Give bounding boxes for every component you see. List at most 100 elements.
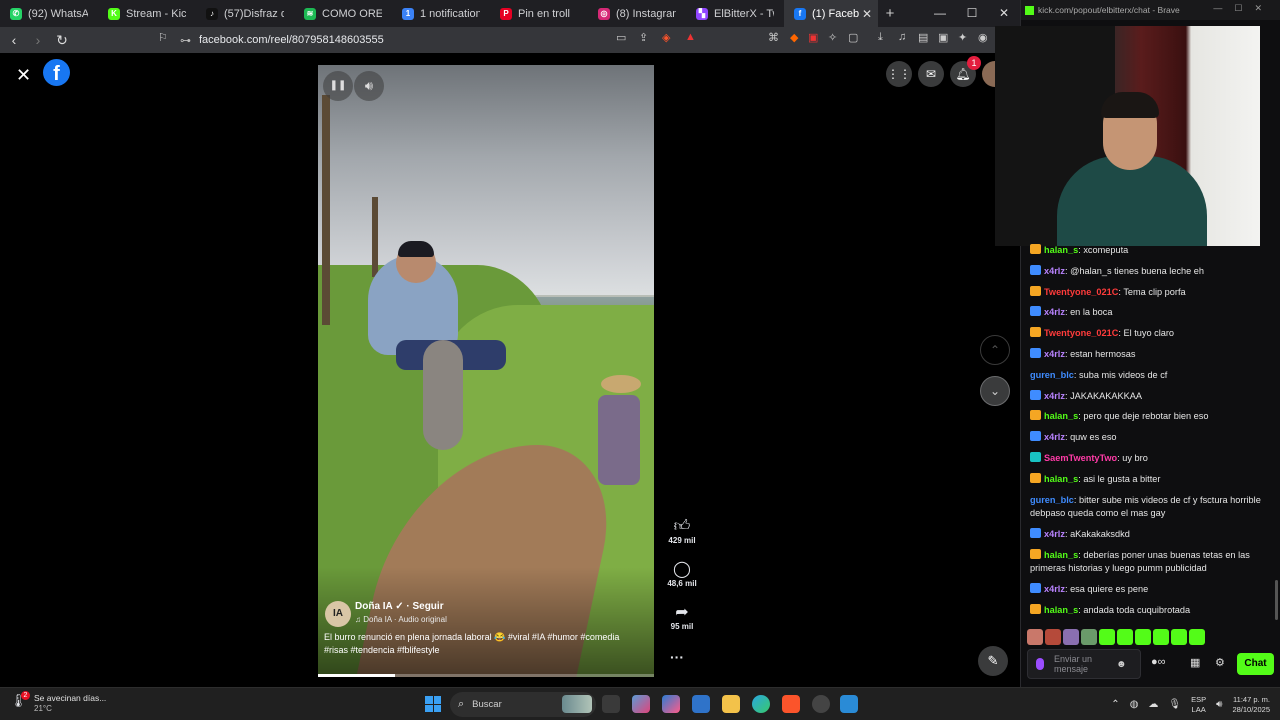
brave-rewards-icon[interactable]: ▲ xyxy=(685,31,696,43)
chat-username[interactable]: guren_blc xyxy=(1030,495,1074,505)
emote-icon[interactable] xyxy=(1135,629,1151,645)
chat-username[interactable]: x4rlz xyxy=(1044,307,1065,317)
chat-username[interactable]: x4rlz xyxy=(1044,266,1065,276)
tab-search-icon[interactable]: ▢ xyxy=(848,31,858,44)
emoji-icon[interactable]: ☻ xyxy=(1116,659,1127,670)
chevron-up-icon[interactable]: ⌃ xyxy=(1111,699,1119,710)
emote-icon[interactable] xyxy=(1045,629,1061,645)
emote-icon[interactable] xyxy=(1063,629,1079,645)
close-icon[interactable]: ✕ xyxy=(16,65,31,86)
chat-send-button[interactable]: Chat xyxy=(1237,653,1274,675)
emote-icon[interactable] xyxy=(1117,629,1133,645)
previous-reel-icon[interactable]: ⌃ xyxy=(980,335,1010,365)
create-post-icon[interactable]: ✎ xyxy=(978,646,1008,676)
chat-username[interactable]: x4rlz xyxy=(1044,349,1065,359)
chat-username[interactable]: guren_blc xyxy=(1030,370,1074,380)
emote-icon[interactable] xyxy=(1153,629,1169,645)
speaker-icon[interactable]: 🔊︎ xyxy=(1216,699,1222,710)
share-icon[interactable]: ⇪ xyxy=(639,31,648,44)
task-view-icon[interactable] xyxy=(602,695,620,713)
download-icon[interactable]: ⤓ xyxy=(878,31,883,44)
back-icon[interactable]: ‹ xyxy=(4,32,24,48)
taskbar-search[interactable]: ⌕ Buscar xyxy=(450,692,596,717)
next-reel-icon[interactable]: ⌄ xyxy=(980,376,1010,406)
extension-2-icon[interactable]: ▣ xyxy=(808,31,818,44)
video-progress-bar[interactable] xyxy=(318,674,654,677)
store-icon[interactable]: ▦ xyxy=(1190,656,1200,669)
chat-username[interactable]: SaemTwentyTwo xyxy=(1044,453,1117,463)
chat-username[interactable]: Twentyone_021C xyxy=(1044,287,1118,297)
tab-spotify[interactable]: ≋ COMO OREO xyxy=(294,0,392,27)
follow-button[interactable]: Seguir xyxy=(412,601,443,612)
media-icon[interactable]: ♫ xyxy=(898,31,906,43)
menu-grid-icon[interactable]: ⋮⋮ xyxy=(886,61,912,87)
tab-kick[interactable]: K Stream - Kick Das xyxy=(98,0,196,27)
messenger-icon[interactable]: ✉ xyxy=(918,61,944,87)
tab-pinterest[interactable]: P Pin en troll xyxy=(490,0,588,27)
chat-input[interactable]: Enviar un mensaje ☻ xyxy=(1027,649,1141,679)
network-icon[interactable]: ◍ xyxy=(1130,699,1139,710)
wallet-icon[interactable]: ▣ xyxy=(938,31,948,44)
obs-icon[interactable] xyxy=(812,695,830,713)
start-button[interactable] xyxy=(425,696,441,712)
brave-icon[interactable] xyxy=(782,695,800,713)
audio-line[interactable]: ♫ Doña IA · Audio original xyxy=(355,615,447,624)
cast-icon[interactable]: ▭ xyxy=(616,31,626,44)
reload-icon[interactable]: ↻ xyxy=(52,32,72,49)
chat-username[interactable]: x4rlz xyxy=(1044,529,1065,539)
translate-icon[interactable]: ⌘ xyxy=(768,31,779,44)
language-indicator[interactable]: ESP LAA xyxy=(1191,695,1206,715)
tab-close-icon[interactable]: ✕ xyxy=(862,7,872,21)
sidebar-icon[interactable]: ▤ xyxy=(918,31,928,44)
emote-icon[interactable] xyxy=(1171,629,1187,645)
tab-facebook[interactable]: f (1) Faceb ✕ xyxy=(784,0,878,27)
bookmark-icon[interactable]: ⚐ xyxy=(158,31,168,44)
chat-username[interactable]: x4rlz xyxy=(1044,391,1065,401)
chat-username[interactable]: halan_s xyxy=(1044,245,1078,255)
chat-username[interactable]: halan_s xyxy=(1044,411,1078,421)
facebook-logo[interactable]: f xyxy=(43,59,70,86)
maximize-button[interactable]: ☐ xyxy=(956,0,988,27)
emote-icon[interactable] xyxy=(1099,629,1115,645)
emote-icon[interactable] xyxy=(1027,629,1043,645)
reel-video[interactable]: ❚❚ 🔊︎ IA Doña IA ✓ · Seguir ♫ Doña IA · … xyxy=(318,65,654,677)
chat-username[interactable]: halan_s xyxy=(1044,474,1078,484)
volume-icon[interactable]: 🔊︎ xyxy=(354,71,384,101)
store-app-icon[interactable] xyxy=(692,695,710,713)
chat-users-icon[interactable]: ●∞ xyxy=(1151,656,1166,668)
more-options-icon[interactable]: ··· xyxy=(670,649,684,665)
mic-icon[interactable] xyxy=(1036,658,1044,670)
cloud-icon[interactable]: ☁ xyxy=(1148,699,1158,710)
weather-widget[interactable]: 🌡︎ 2 Se avecinan días... 21°C xyxy=(10,691,106,713)
chat-scrollbar[interactable] xyxy=(1275,580,1278,620)
settings-icon[interactable]: ⚙ xyxy=(1215,656,1225,669)
tab-instagram[interactable]: ◎ (8) Instagram xyxy=(588,0,686,27)
edge-icon[interactable] xyxy=(752,695,770,713)
chat-username[interactable]: x4rlz xyxy=(1044,432,1065,442)
vpn-icon[interactable]: ◉ xyxy=(978,31,988,44)
emote-icon[interactable] xyxy=(1081,629,1097,645)
clock[interactable]: 11:47 p. m. 28/10/2025 xyxy=(1232,695,1270,715)
tab-whatsapp[interactable]: ✆ (92) WhatsApp xyxy=(0,0,98,27)
copilot-icon[interactable] xyxy=(632,695,650,713)
extension-1-icon[interactable]: ◆ xyxy=(790,31,798,44)
share-action[interactable]: ➦ 95 mil xyxy=(666,604,698,631)
emote-icon[interactable] xyxy=(1189,629,1205,645)
tab-twitch[interactable]: ▚ ElBitterX - Twitch xyxy=(686,0,784,27)
chat-username[interactable]: halan_s xyxy=(1044,605,1078,615)
leo-ai-icon[interactable]: ✦ xyxy=(958,31,967,44)
minimize-button[interactable]: — xyxy=(924,0,956,27)
chat-username[interactable]: x4rlz xyxy=(1044,584,1065,594)
new-tab-button[interactable]: + xyxy=(878,5,902,22)
pause-icon[interactable]: ❚❚ xyxy=(323,71,353,101)
kick-window-controls[interactable]: —☐✕ xyxy=(1213,3,1274,14)
forward-icon[interactable]: › xyxy=(28,32,48,48)
site-info-icon[interactable]: ⊶ xyxy=(180,34,191,47)
chat-username[interactable]: Twentyone_021C xyxy=(1044,328,1118,338)
tab-tiktok[interactable]: ♪ (57)Disfraz de Gal xyxy=(196,0,294,27)
profile-avatar[interactable] xyxy=(982,61,996,87)
close-window-button[interactable]: ✕ xyxy=(988,0,1020,27)
like-action[interactable]: 👍︎ 429 mil xyxy=(666,518,698,545)
tab-info[interactable]: 1 1 notification xyxy=(392,0,490,27)
app-icon[interactable] xyxy=(840,695,858,713)
